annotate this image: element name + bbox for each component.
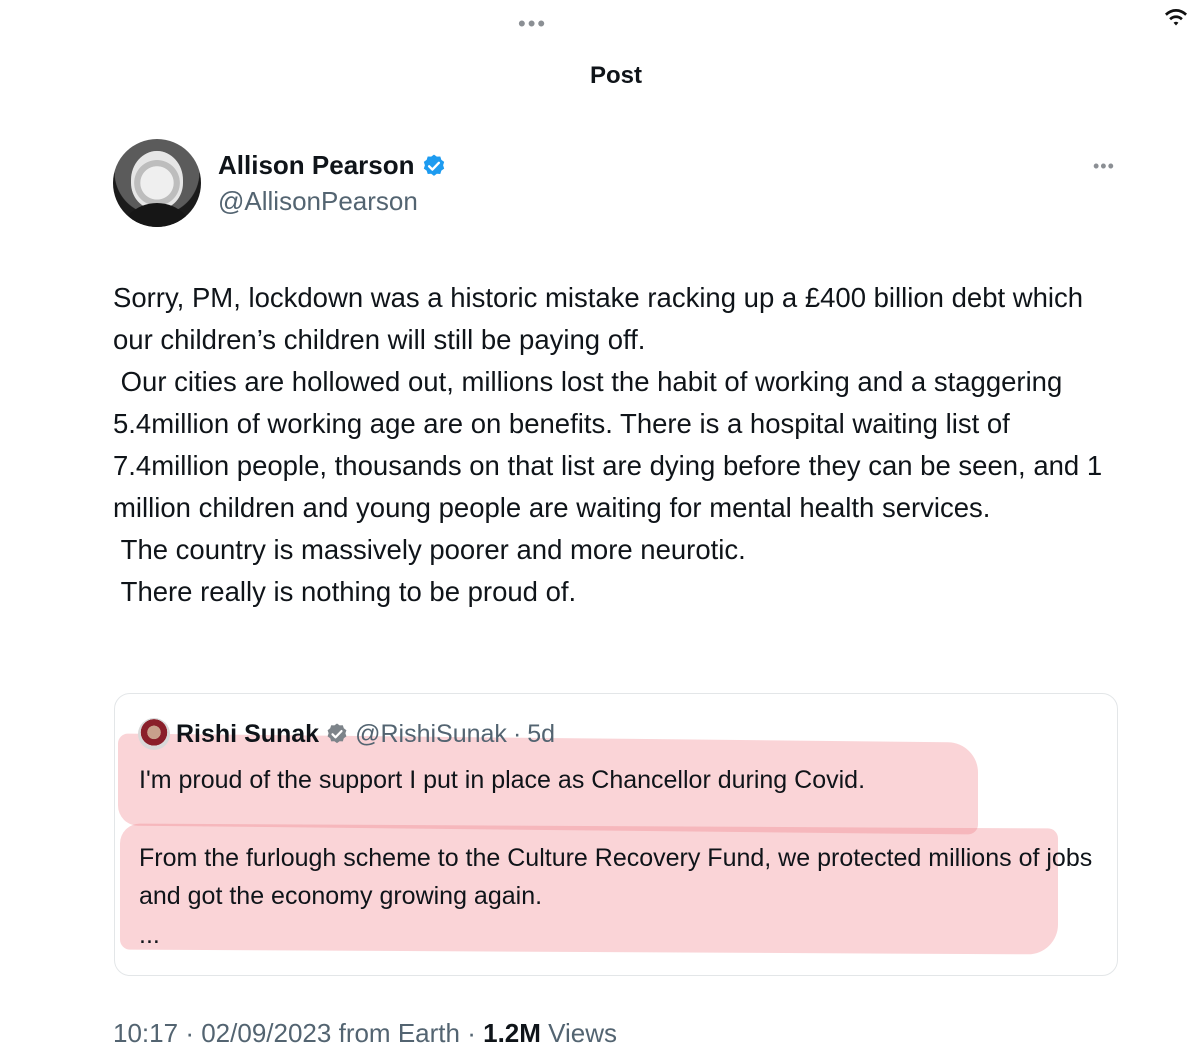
author-avatar[interactable] — [113, 139, 201, 227]
post-metadata: 10:17 · 02/09/2023 from Earth · 1.2M Vie… — [113, 1018, 617, 1049]
separator-dot: · — [467, 1018, 476, 1048]
quoted-text-ellipsis: ... — [139, 921, 160, 949]
avatar-shoulders — [117, 203, 197, 227]
quoted-author-name[interactable]: Rishi Sunak — [176, 720, 319, 749]
quoted-text-line-1: I'm proud of the support I put in place … — [139, 766, 866, 794]
views-count: 1.2M — [483, 1018, 541, 1048]
top-more-dots-icon[interactable]: ••• — [518, 13, 547, 35]
wifi-icon — [1165, 9, 1187, 26]
page-title: Post — [589, 62, 642, 89]
author-name-row[interactable]: Allison Pearson — [218, 150, 447, 181]
quoted-author-handle[interactable]: @RishiSunak — [355, 720, 507, 749]
views-label: Views — [548, 1018, 618, 1048]
verified-badge-icon — [423, 154, 444, 176]
quoted-post-age: 5d — [527, 719, 556, 748]
author-name[interactable]: Allison Pearson — [218, 150, 415, 181]
post-text: Sorry, PM, lockdown was a historic mista… — [113, 282, 1103, 607]
quoted-post-header: Rishi Sunak @RishiSunak · 5d — [138, 718, 555, 750]
separator-dot: · — [185, 1018, 194, 1048]
quoted-text-line-2: From the furlough scheme to the Culture … — [139, 844, 1093, 910]
quoted-author-avatar[interactable] — [138, 718, 170, 750]
post-date: 02/09/2023 — [201, 1018, 332, 1048]
author-handle[interactable]: @AllisonPearson — [218, 186, 418, 217]
post-source: from Earth — [338, 1018, 460, 1048]
more-options-icon[interactable]: ••• — [1093, 156, 1115, 177]
verified-badge-icon — [327, 723, 347, 744]
post-time: 10:17 — [113, 1018, 179, 1048]
avatar-face — [131, 151, 183, 209]
separator-dot: · — [512, 719, 522, 748]
